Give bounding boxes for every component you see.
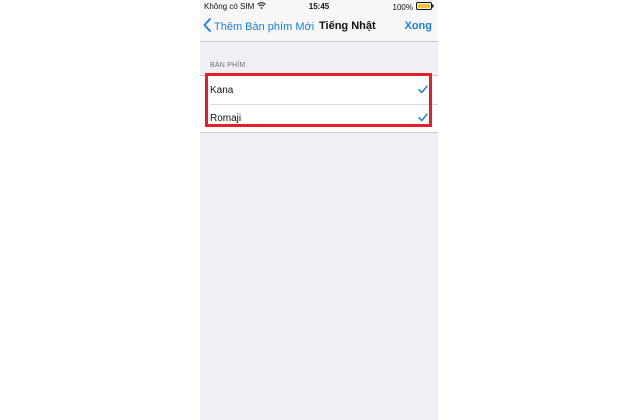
navigation-bar: Thêm Bàn phím Mới Tiếng Nhật Xong bbox=[200, 13, 438, 42]
done-button[interactable]: Xong bbox=[405, 20, 433, 32]
list-item-kana[interactable]: Kana bbox=[200, 76, 438, 104]
list-item-romaji[interactable]: Romaji bbox=[200, 104, 438, 132]
checkmark-icon bbox=[418, 85, 428, 97]
status-right: 100% bbox=[393, 2, 434, 12]
list-item-label: Kana bbox=[210, 84, 234, 96]
section-header: BÀN PHÍM bbox=[210, 62, 246, 69]
back-button[interactable]: Thêm Bàn phím Mới bbox=[203, 18, 314, 35]
chevron-left-icon bbox=[203, 18, 211, 35]
list-item-label: Romaji bbox=[210, 112, 242, 124]
battery-icon bbox=[416, 2, 434, 12]
battery-percent: 100% bbox=[392, 2, 413, 12]
checkmark-icon bbox=[418, 113, 428, 125]
keyboard-list: Kana Romaji bbox=[200, 75, 438, 133]
page-title: Tiếng Nhật bbox=[319, 20, 376, 32]
phone-screen: Không có SIM 15:45 100% Thêm Bàn phím Mớ… bbox=[200, 0, 438, 420]
back-button-label: Thêm Bàn phím Mới bbox=[214, 20, 315, 33]
status-bar: Không có SIM 15:45 100% bbox=[200, 0, 438, 13]
